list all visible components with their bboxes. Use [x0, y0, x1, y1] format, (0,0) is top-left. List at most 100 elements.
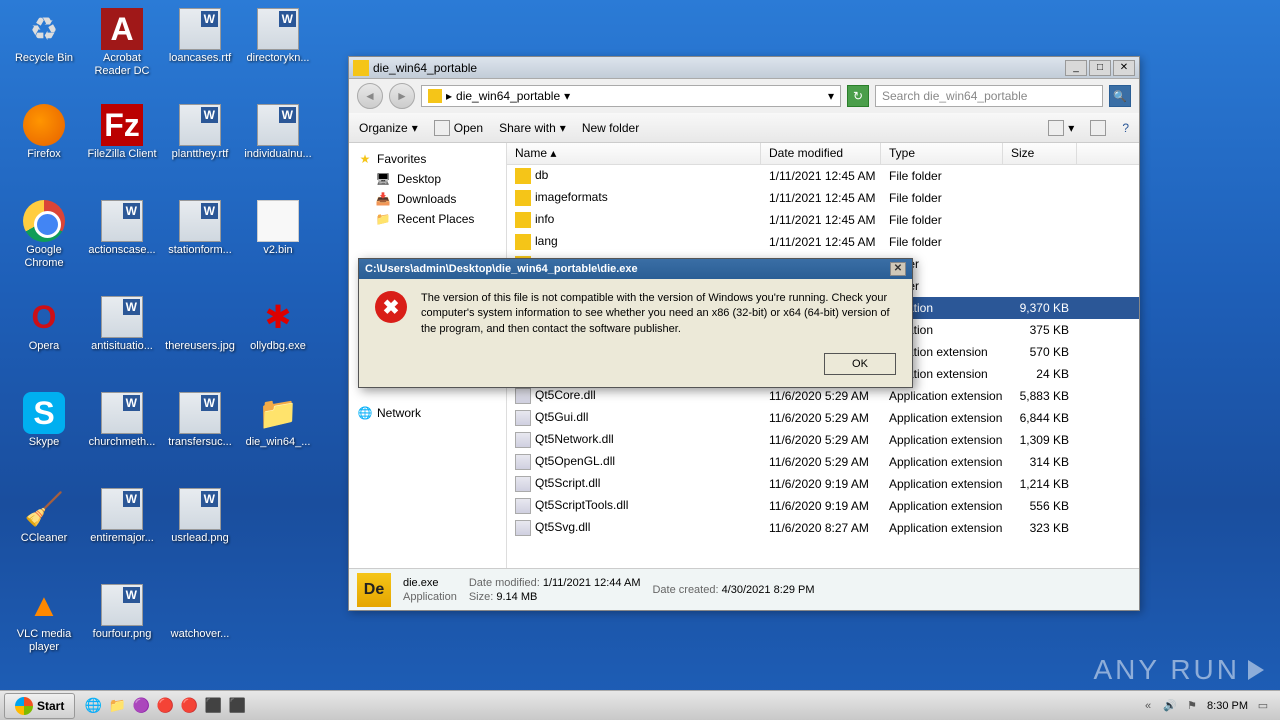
icon-label: usrlead.png	[164, 532, 236, 545]
doc-icon	[179, 488, 221, 530]
dialog-titlebar[interactable]: C:\Users\admin\Desktop\die_win64_portabl…	[359, 259, 912, 279]
desktop-icon-v2-bin[interactable]: v2.bin	[242, 200, 314, 257]
file-row[interactable]: Qt5OpenGL.dll11/6/2020 5:29 AMApplicatio…	[507, 451, 1139, 473]
taskbar: Start 🌐 📁 🟣 🔴 🔴 ⬛ ⬛ « 🔊 ⚑ 8:30 PM ▭	[0, 690, 1280, 720]
forward-button[interactable]: ►	[389, 83, 415, 109]
quicklaunch-opera[interactable]: 🔴	[179, 696, 199, 716]
error-dialog: C:\Users\admin\Desktop\die_win64_portabl…	[358, 258, 913, 388]
refresh-button[interactable]: ↻	[847, 85, 869, 107]
share-menu[interactable]: Share with ▾	[499, 121, 566, 135]
icon-label: watchover...	[164, 628, 236, 641]
desktop-icon-recycle-bin[interactable]: ♻Recycle Bin	[8, 8, 80, 65]
quicklaunch-ie[interactable]: 🌐	[83, 696, 103, 716]
tray-flag-icon[interactable]: ⚑	[1185, 699, 1199, 713]
desktop-icon-loancases-rtf[interactable]: loancases.rtf	[164, 8, 236, 65]
file-row[interactable]: lang1/11/2021 12:45 AMFile folder	[507, 231, 1139, 253]
tray-volume-icon[interactable]: 🔊	[1163, 699, 1177, 713]
desktop-icon-firefox[interactable]: Firefox	[8, 104, 80, 161]
desktop-icon-acrobat-reader-dc[interactable]: AAcrobat Reader DC	[86, 8, 158, 78]
desktop-icon-fourfour-png[interactable]: fourfour.png	[86, 584, 158, 641]
column-name[interactable]: Name ▴	[507, 143, 761, 164]
desktop-icon-antisituatio---[interactable]: antisituatio...	[86, 296, 158, 353]
desktop-icon-individualnu---[interactable]: individualnu...	[242, 104, 314, 161]
desktop-icon-stationform---[interactable]: stationform...	[164, 200, 236, 257]
column-type[interactable]: Type	[881, 143, 1003, 164]
dialog-close-button[interactable]: ✕	[890, 262, 906, 276]
sidebar-favorites[interactable]: ★Favorites	[349, 149, 506, 169]
clock[interactable]: 8:30 PM	[1207, 700, 1248, 712]
desktop-icon-usrlead-png[interactable]: usrlead.png	[164, 488, 236, 545]
details-icon: De	[357, 573, 391, 607]
file-row[interactable]: db1/11/2021 12:45 AMFile folder	[507, 165, 1139, 187]
open-button[interactable]: Open	[434, 120, 483, 136]
doc-icon	[257, 8, 299, 50]
desktop-icon: 🖥	[375, 171, 391, 187]
quicklaunch-item[interactable]: ⬛	[227, 696, 247, 716]
back-button[interactable]: ◄	[357, 83, 383, 109]
desktop-icon-entiremajor---[interactable]: entiremajor...	[86, 488, 158, 545]
maximize-button[interactable]: □	[1089, 60, 1111, 76]
file-row[interactable]: Qt5ScriptTools.dll11/6/2020 9:19 AMAppli…	[507, 495, 1139, 517]
preview-pane-button[interactable]	[1090, 120, 1106, 136]
error-icon: ✖	[375, 291, 407, 323]
ccleaner-icon: 🧹	[23, 488, 65, 530]
watermark: ANY RUN	[1093, 654, 1264, 686]
address-bar[interactable]: ▸ die_win64_portable ▾ ▾	[421, 85, 841, 107]
file-row[interactable]: Qt5Svg.dll11/6/2020 8:27 AMApplication e…	[507, 517, 1139, 539]
file-icon	[515, 476, 531, 492]
show-desktop[interactable]: ▭	[1256, 699, 1270, 713]
file-row[interactable]: info1/11/2021 12:45 AMFile folder	[507, 209, 1139, 231]
desktop-icon-watchover---[interactable]: watchover...	[164, 584, 236, 641]
column-date[interactable]: Date modified	[761, 143, 881, 164]
titlebar[interactable]: die_win64_portable _ □ ✕	[349, 57, 1139, 79]
close-button[interactable]: ✕	[1113, 60, 1135, 76]
desktop-icon-vlc-media-player[interactable]: ▲VLC media player	[8, 584, 80, 654]
sidebar-item-downloads[interactable]: 📥Downloads	[349, 189, 506, 209]
search-input[interactable]: Search die_win64_portable	[875, 85, 1103, 107]
doc-icon	[101, 392, 143, 434]
file-row[interactable]: Qt5Script.dll11/6/2020 9:19 AMApplicatio…	[507, 473, 1139, 495]
quicklaunch-explorer[interactable]: 📁	[107, 696, 127, 716]
ok-button[interactable]: OK	[824, 353, 896, 375]
new-folder-button[interactable]: New folder	[582, 121, 639, 135]
sidebar-item-recent[interactable]: 📁Recent Places	[349, 209, 506, 229]
quicklaunch-item[interactable]: 🟣	[131, 696, 151, 716]
icon-label: thereusers.jpg	[164, 340, 236, 353]
file-row[interactable]: Qt5Gui.dll11/6/2020 5:29 AMApplication e…	[507, 407, 1139, 429]
search-button[interactable]: 🔍	[1109, 85, 1131, 107]
icon-label: antisituatio...	[86, 340, 158, 353]
quicklaunch-item[interactable]: ⬛	[203, 696, 223, 716]
organize-menu[interactable]: Organize ▾	[359, 121, 418, 135]
view-menu[interactable]: ▾	[1048, 120, 1074, 136]
icon-label: Recycle Bin	[8, 52, 80, 65]
desktop-icon-actionscase---[interactable]: actionscase...	[86, 200, 158, 257]
doc-icon	[101, 488, 143, 530]
column-headers: Name ▴ Date modified Type Size	[507, 143, 1139, 165]
desktop-icon-churchmeth---[interactable]: churchmeth...	[86, 392, 158, 449]
minimize-button[interactable]: _	[1065, 60, 1087, 76]
sidebar-network[interactable]: 🌐Network	[349, 403, 506, 423]
start-button[interactable]: Start	[4, 693, 75, 719]
desktop-icon-transfersuc---[interactable]: transfersuc...	[164, 392, 236, 449]
file-row[interactable]: Qt5Core.dll11/6/2020 5:29 AMApplication …	[507, 385, 1139, 407]
sidebar-item-desktop[interactable]: 🖥Desktop	[349, 169, 506, 189]
tray-expand-icon[interactable]: «	[1141, 699, 1155, 713]
desktop-icon-opera[interactable]: OOpera	[8, 296, 80, 353]
desktop-icon-directorykn---[interactable]: directorykn...	[242, 8, 314, 65]
help-button[interactable]: ?	[1122, 121, 1129, 135]
icon-label: loancases.rtf	[164, 52, 236, 65]
quicklaunch-chrome[interactable]: 🔴	[155, 696, 175, 716]
desktop-icon-plantthey-rtf[interactable]: plantthey.rtf	[164, 104, 236, 161]
desktop-icon-ollydbg-exe[interactable]: ✱ollydbg.exe	[242, 296, 314, 353]
column-size[interactable]: Size	[1003, 143, 1077, 164]
icon-label: Skype	[8, 436, 80, 449]
file-row[interactable]: Qt5Network.dll11/6/2020 5:29 AMApplicati…	[507, 429, 1139, 451]
desktop-icon-google-chrome[interactable]: Google Chrome	[8, 200, 80, 270]
desktop-icon-filezilla-client[interactable]: FzFileZilla Client	[86, 104, 158, 161]
doc-icon	[101, 296, 143, 338]
desktop-icon-thereusers-jpg[interactable]: thereusers.jpg	[164, 296, 236, 353]
desktop-icon-ccleaner[interactable]: 🧹CCleaner	[8, 488, 80, 545]
file-row[interactable]: imageformats1/11/2021 12:45 AMFile folde…	[507, 187, 1139, 209]
desktop-icon-skype[interactable]: SSkype	[8, 392, 80, 449]
desktop-icon-die-win64----[interactable]: 📁die_win64_...	[242, 392, 314, 449]
